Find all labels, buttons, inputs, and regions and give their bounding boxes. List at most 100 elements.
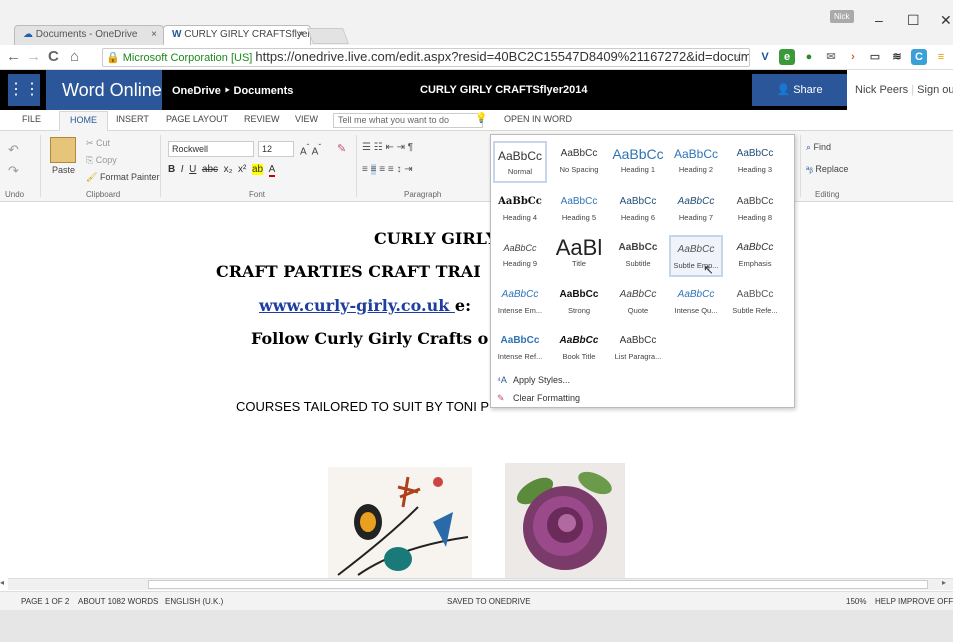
home-icon[interactable]: ⌂ (70, 48, 79, 65)
language[interactable]: ENGLISH (U.K.) (165, 597, 223, 606)
sign-out-link[interactable]: Sign ou (917, 84, 953, 96)
jewellery-illustration (337, 476, 469, 576)
new-tab-button[interactable] (307, 28, 349, 44)
tab-close-icon[interactable]: × (151, 29, 157, 40)
cut-button[interactable]: ✂ Cut (86, 138, 110, 149)
doc-follow-line[interactable]: Follow Curly Girly Crafts o (251, 329, 488, 348)
minimize-button[interactable]: – (875, 12, 883, 28)
help-improve-link[interactable]: HELP IMPROVE OFFICE (875, 597, 953, 606)
style-heading-9[interactable]: AaBbCc Heading 9 (493, 235, 547, 277)
paste-button[interactable]: Paste (52, 165, 75, 175)
style-no-spacing[interactable]: AaBbCc No Spacing (552, 141, 606, 183)
clear-format-icon[interactable]: ✎ (337, 142, 346, 155)
style-list-paragra[interactable]: AaBbCc List Paragra... (611, 328, 665, 370)
style-heading-8[interactable]: AaBbCc Heading 8 (728, 189, 782, 231)
style-name: Heading 9 (502, 259, 538, 268)
extension-search-icon[interactable]: ● (801, 49, 817, 65)
style-quote[interactable]: AaBbCc Quote (611, 282, 665, 324)
style-heading-4[interactable]: AaBbCc Heading 4 (493, 189, 547, 231)
tab-insert[interactable]: INSERT (116, 114, 149, 124)
font-size-select[interactable]: 12 (258, 141, 294, 157)
style-subtitle[interactable]: AaBbCc Subtitle (611, 235, 665, 277)
tab-review[interactable]: REVIEW (244, 114, 280, 124)
scroll-left-icon[interactable]: ◂ (0, 578, 8, 590)
style-name: Subtitle (625, 259, 651, 268)
font-name-select[interactable]: Rockwell (168, 141, 254, 157)
apply-styles-item[interactable]: ⁴A Apply Styles... (497, 375, 570, 385)
felt-rose-image[interactable] (505, 463, 625, 578)
find-button[interactable]: ⌕ Find (806, 142, 831, 153)
style-intense-qu[interactable]: AaBbCc Intense Qu... (669, 282, 723, 324)
browser-user-badge[interactable]: Nick (830, 10, 854, 23)
extension-arrow-icon[interactable]: › (845, 49, 861, 65)
clipboard-icon[interactable] (50, 137, 76, 163)
scrollbar-thumb[interactable] (148, 580, 928, 589)
doc-contact-line[interactable]: www.curly-girly.co.uk e: (259, 296, 471, 315)
doc-heading-line[interactable]: CURLY GIRLY (374, 229, 497, 248)
font-grow-shrink-icons[interactable]: Aˆ Aˇ (300, 142, 321, 157)
undo-icon[interactable]: ↶ (8, 142, 19, 158)
list-indent-icons[interactable]: ☰ ☷ ⇤ ⇥ ¶ (362, 142, 413, 153)
breadcrumb[interactable]: OneDrive ‣ Documents (172, 84, 293, 97)
chrome-menu-icon[interactable]: ≡ (933, 49, 949, 65)
app-launcher-icon[interactable]: ⋮⋮⋮ (8, 74, 56, 106)
style-book-title[interactable]: AaBbCc Book Title (552, 328, 606, 370)
font-format-icons[interactable]: B I U abc x₂ x² ab A (168, 164, 276, 177)
style-heading-1[interactable]: AaBbCc Heading 1 (611, 141, 665, 183)
tab-view[interactable]: VIEW (295, 114, 318, 124)
style-intense-em[interactable]: AaBbCc Intense Em... (493, 282, 547, 324)
secure-badge: 🔒 Microsoft Corporation [US] (103, 49, 255, 66)
extension-layers-icon[interactable]: ≋ (889, 49, 905, 65)
style-heading-6[interactable]: AaBbCc Heading 6 (611, 189, 665, 231)
style-heading-3[interactable]: AaBbCc Heading 3 (728, 141, 782, 183)
alignment-icons[interactable]: ≡ ≡ ≡ ≡ ↕ ⇥ (362, 164, 413, 175)
style-subtle-emp[interactable]: AaBbCc Subtle Emp... (669, 235, 723, 277)
tab-page-layout[interactable]: PAGE LAYOUT (166, 114, 228, 124)
copy-button[interactable]: ⎘ Copy (86, 155, 117, 166)
browser-tab-flyer[interactable]: W CURLY GIRLY CRAFTSflyer × (163, 25, 311, 45)
document-title[interactable]: CURLY GIRLY CRAFTSflyer2014 (420, 84, 588, 96)
clear-formatting-item[interactable]: ✎ Clear Formatting (497, 393, 580, 404)
extension-c-icon[interactable]: C (911, 49, 927, 65)
redo-icon[interactable]: ↷ (8, 163, 19, 179)
forward-icon[interactable]: → (26, 48, 41, 65)
style-strong[interactable]: AaBbCc Strong (552, 282, 606, 324)
back-icon[interactable]: ← (6, 48, 21, 65)
close-button[interactable]: ✕ (940, 12, 952, 29)
style-emphasis[interactable]: AaBbCc Emphasis (728, 235, 782, 277)
extension-evernote-icon[interactable]: e (779, 49, 795, 65)
extension-cast-icon[interactable]: ▭ (867, 49, 883, 65)
style-heading-5[interactable]: AaBbCc Heading 5 (552, 189, 606, 231)
extension-mail-icon[interactable]: ✉ (823, 49, 839, 65)
document-canvas[interactable] (0, 203, 953, 578)
jewellery-image[interactable] (328, 467, 472, 578)
style-normal[interactable]: AaBbCc Normal (493, 141, 547, 183)
style-title[interactable]: AaBl Title (552, 235, 606, 277)
style-subtle-refe[interactable]: AaBbCc Subtle Refe... (728, 282, 782, 324)
share-button[interactable]: 👤 Share (752, 74, 847, 106)
browser-tab-onedrive[interactable]: ☁ Documents - OneDrive × (14, 25, 164, 45)
style-name: Intense Ref... (497, 352, 543, 361)
replace-button[interactable]: ᵃᵦ Replace (806, 164, 848, 174)
open-in-word-button[interactable]: OPEN IN WORD (504, 114, 572, 124)
maximize-button[interactable]: ☐ (907, 12, 920, 29)
tab-file[interactable]: FILE (22, 114, 41, 124)
reload-icon[interactable]: C (48, 48, 59, 65)
style-intense-ref[interactable]: AaBbCc Intense Ref... (493, 328, 547, 370)
tab-home[interactable]: HOME (59, 111, 108, 132)
doc-courses-line[interactable]: COURSES TAILORED TO SUIT BY TONI P (236, 399, 489, 414)
zoom-level[interactable]: 150% (846, 597, 866, 606)
user-name[interactable]: Nick Peers (855, 84, 908, 96)
bookmark-star-icon[interactable]: ☆ (734, 49, 746, 65)
style-heading-7[interactable]: AaBbCc Heading 7 (669, 189, 723, 231)
scroll-right-icon[interactable]: ▸ (942, 578, 946, 587)
extension-v-icon[interactable]: V (757, 49, 773, 65)
tab-close-icon[interactable]: × (298, 29, 304, 40)
url-field[interactable]: 🔒 Microsoft Corporation [US] https://oned… (102, 48, 750, 67)
website-link[interactable]: www.curly-girly.co.uk (259, 296, 455, 315)
word-online-title[interactable]: Word Online (46, 70, 162, 110)
style-heading-2[interactable]: AaBbCc Heading 2 (669, 141, 723, 183)
tell-me-input[interactable]: Tell me what you want to do (333, 113, 483, 128)
doc-subheading-line[interactable]: CRAFT PARTIES CRAFT TRAI (216, 262, 481, 281)
format-painter-button[interactable]: 🖌 Format Painter (86, 172, 159, 183)
